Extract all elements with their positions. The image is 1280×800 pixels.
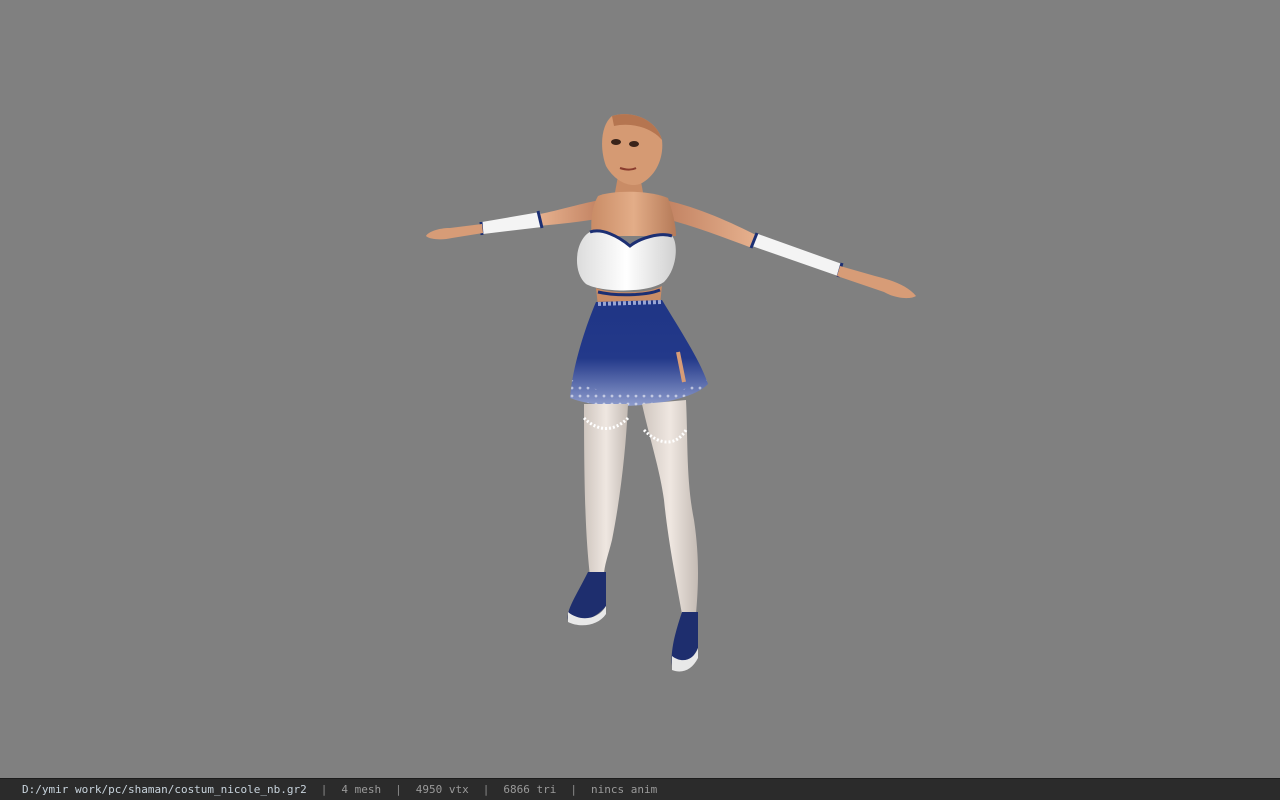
animation-status: nincs anim [591, 783, 658, 796]
triangle-count: 6866 tri [503, 783, 557, 796]
left-arm [426, 200, 603, 240]
file-path: D:/ymir work/pc/shaman/costum_nicole_nb.… [22, 783, 307, 796]
separator: | [482, 783, 490, 796]
mesh-count: 4 mesh [341, 783, 382, 796]
head [602, 114, 663, 186]
costume-top [576, 229, 676, 291]
character-model [426, 114, 916, 672]
vertex-count: 4950 vtx [415, 783, 469, 796]
costume-skirt [570, 300, 708, 406]
separator: | [320, 783, 328, 796]
separator: | [395, 783, 402, 796]
separator: | [570, 783, 577, 796]
torso [591, 191, 676, 236]
status-bar: D:/ymir work/pc/shaman/costum_nicole_nb.… [0, 778, 1280, 800]
right-arm [662, 200, 916, 299]
3d-viewport[interactable] [0, 0, 1280, 778]
